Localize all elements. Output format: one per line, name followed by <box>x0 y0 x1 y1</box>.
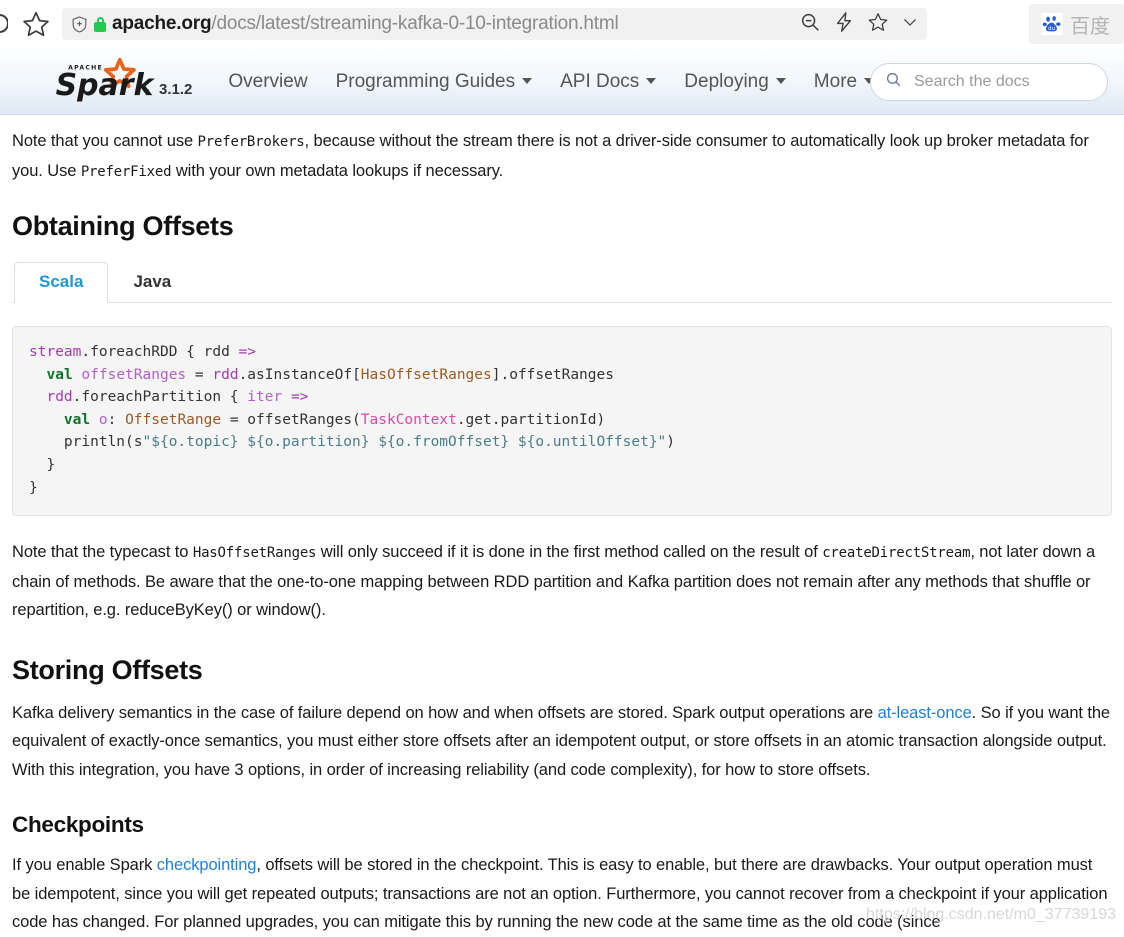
chevron-down-icon[interactable] <box>901 13 919 36</box>
code-token: : <box>107 411 126 428</box>
code-token: "${o.topic} ${o.partition} ${o.fromOffse… <box>142 434 667 451</box>
nav-item-overview[interactable]: Overview <box>214 72 321 91</box>
after-code-paragraph: Note that the typecast to HasOffsetRange… <box>12 538 1112 625</box>
site-navbar: APACHE Spark ™ 3.1.2 Overview Programmin… <box>0 48 1124 115</box>
docs-search[interactable] <box>870 63 1108 101</box>
url-text: apache.org/docs/latest/streaming-kafka-0… <box>112 8 793 40</box>
code-token: } <box>29 479 38 496</box>
code-token: => <box>238 344 256 360</box>
code-token: HasOffsetRanges <box>360 366 492 383</box>
star-icon[interactable] <box>21 9 51 39</box>
address-bar-actions <box>793 11 919 38</box>
code-token: o <box>98 411 108 428</box>
tracking-protection-shield-icon[interactable] <box>70 15 89 34</box>
code-token: .get.partitionId) <box>456 411 606 428</box>
code-token: TaskContext <box>360 411 457 428</box>
code-token: val <box>63 411 91 428</box>
url-path: /docs/latest/streaming-kafka-0-10-integr… <box>211 13 619 34</box>
code-token: iter <box>247 389 283 406</box>
code-create-direct-stream: createDirectStream <box>822 545 971 562</box>
reader-bolt-icon[interactable] <box>833 11 855 38</box>
code-block-scala[interactable]: stream.foreachRDD { rdd => val offsetRan… <box>12 326 1112 517</box>
intro-text-1: Note that you cannot use <box>12 132 198 150</box>
heading-storing-offsets: Storing Offsets <box>12 654 203 685</box>
code-token: rdd <box>46 389 73 406</box>
navbar-links: Overview Programming Guides API Docs Dep… <box>214 72 888 91</box>
tab-label: Scala <box>39 272 84 291</box>
nav-item-label: Overview <box>228 70 308 92</box>
caret-down-icon <box>522 78 533 84</box>
doc-content: Note that you cannot use PreferBrokers, … <box>0 127 1124 937</box>
code-token: offsetRanges <box>81 366 187 383</box>
browser-toolbar: apache.org/docs/latest/streaming-kafka-0… <box>0 0 1124 48</box>
storing-offsets-paragraph: Kafka delivery semantics in the case of … <box>12 699 1112 785</box>
svg-text:Spark: Spark <box>56 68 156 102</box>
svg-text:du: du <box>1048 26 1055 32</box>
after-code-text-1: Note that the typecast to <box>12 543 193 562</box>
caret-down-icon <box>775 78 786 84</box>
storing-text-1: Kafka delivery semantics in the case of … <box>12 703 878 722</box>
bookmark-label: 百度 <box>1070 13 1110 38</box>
code-token: rdd <box>212 366 239 383</box>
code-token: = <box>186 366 213 383</box>
search-input[interactable] <box>912 72 1093 92</box>
code-token: ].offsetRanges <box>491 366 614 383</box>
spark-logo: APACHE Spark ™ <box>52 58 156 102</box>
nav-item-label: Programming Guides <box>335 70 516 92</box>
bookmark-star-icon[interactable] <box>867 11 889 38</box>
spark-logo-link[interactable]: APACHE Spark ™ 3.1.2 <box>52 58 192 102</box>
code-token: val <box>46 366 73 383</box>
url-host: apache.org <box>112 13 212 34</box>
tab-label: Java <box>133 272 172 291</box>
code-token: ) <box>666 434 676 451</box>
spark-version: 3.1.2 <box>159 81 193 98</box>
nav-item-api-docs[interactable]: API Docs <box>546 72 670 91</box>
heading-checkpoints: Checkpoints <box>12 812 144 838</box>
link-at-least-once[interactable]: at-least-once <box>878 704 972 722</box>
intro-text-3: with your own metadata lookups if necess… <box>171 161 504 180</box>
code-token: OffsetRange <box>125 411 222 428</box>
nav-item-label: More <box>813 70 858 92</box>
after-code-text-2: will only succeed if it is done in the f… <box>316 543 823 562</box>
caret-down-icon <box>646 78 657 84</box>
reload-icon[interactable] <box>0 11 8 37</box>
nav-item-programming-guides[interactable]: Programming Guides <box>322 72 547 91</box>
code-language-tabs: Scala Java <box>12 260 1112 303</box>
code-token: .foreachRDD { rdd <box>81 344 239 360</box>
code-prefer-fixed: PreferFixed <box>80 163 172 180</box>
tab-scala[interactable]: Scala <box>14 262 109 303</box>
address-bar[interactable]: apache.org/docs/latest/streaming-kafka-0… <box>62 8 927 40</box>
checkpoints-paragraph: If you enable Spark checkpointing, offse… <box>12 851 1112 937</box>
tab-java[interactable]: Java <box>108 262 196 303</box>
code-token: .foreachPartition { <box>72 389 248 406</box>
nav-item-label: API Docs <box>560 70 640 92</box>
code-token: => <box>290 389 309 406</box>
intro-paragraph: Note that you cannot use PreferBrokers, … <box>12 127 1112 186</box>
secure-lock-icon <box>94 16 106 32</box>
code-token: = offsetRanges( <box>221 411 361 428</box>
code-token: .asInstanceOf[ <box>238 366 361 383</box>
bookmark-baidu[interactable]: du 百度 <box>1029 4 1124 44</box>
code-has-offset-ranges: HasOffsetRanges <box>192 545 317 562</box>
search-icon <box>885 71 902 93</box>
code-token: } <box>29 456 56 473</box>
heading-obtaining-offsets: Obtaining Offsets <box>12 211 234 241</box>
code-prefer-brokers: PreferBrokers <box>197 134 305 150</box>
svg-text:™: ™ <box>143 88 151 97</box>
nav-item-label: Deploying <box>684 70 769 92</box>
zoom-out-icon[interactable] <box>799 11 821 38</box>
code-token: println(s <box>29 434 143 451</box>
baidu-paw-icon: du <box>1041 13 1063 35</box>
code-token: stream <box>29 344 82 360</box>
nav-item-deploying[interactable]: Deploying <box>670 72 800 91</box>
